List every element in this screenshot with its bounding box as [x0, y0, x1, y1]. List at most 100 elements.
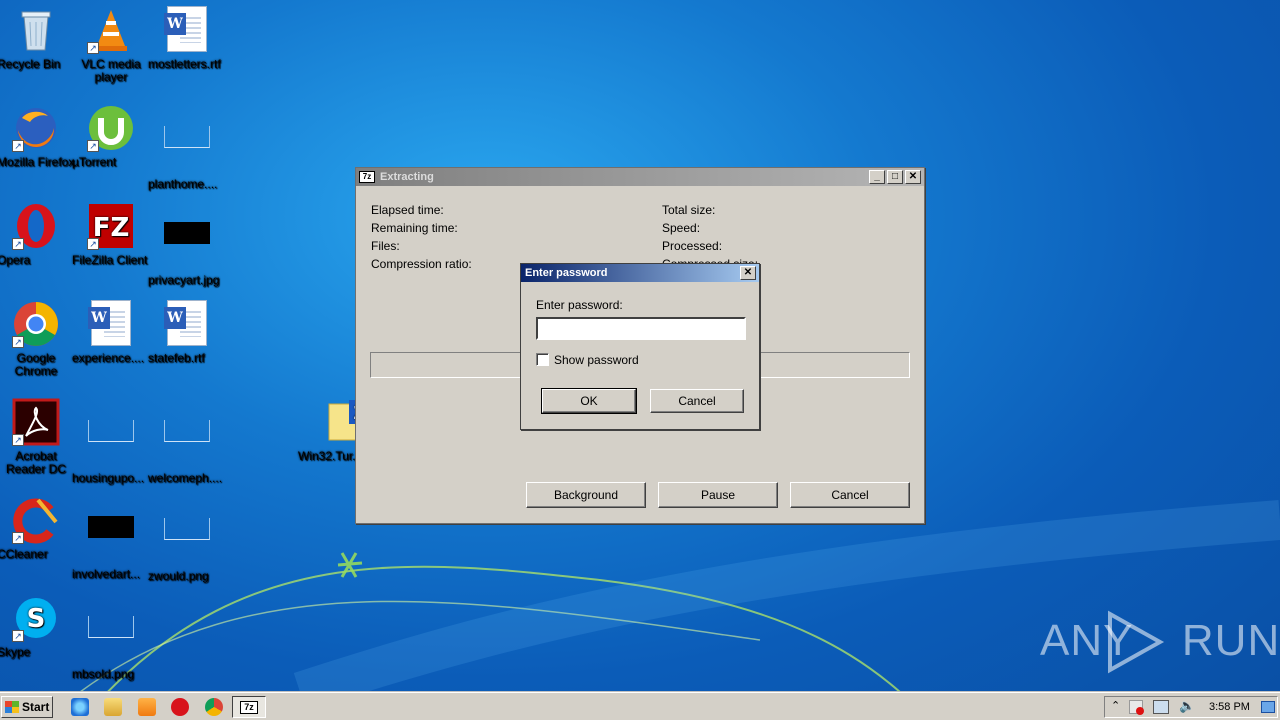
icon-label: planthome.... — [148, 177, 218, 191]
show-desktop-icon[interactable] — [1261, 701, 1275, 713]
vlc-cone-icon: ↗ — [87, 6, 135, 54]
icon-label: Mozilla Firefox — [0, 155, 75, 169]
files-label: Files: — [371, 239, 400, 253]
desktop-icon-mbsold[interactable]: mbsold.png — [72, 594, 150, 681]
7z-app-icon: 7z — [240, 701, 258, 714]
compression-ratio-label: Compression ratio: — [371, 257, 472, 271]
icon-label: Recycle Bin — [0, 57, 61, 71]
start-button[interactable]: Start — [1, 696, 53, 718]
shortcut-arrow-icon: ↗ — [87, 238, 99, 250]
desktop-icon-vlc[interactable]: ↗ VLC media player — [72, 6, 150, 84]
icon-label: CCleaner — [0, 547, 48, 561]
clock[interactable]: 3:58 PM — [1209, 701, 1250, 713]
chrome-taskbar-icon[interactable] — [205, 698, 223, 716]
7z-app-icon: 7z — [359, 171, 375, 183]
show-hidden-icons-icon[interactable]: ⌃ — [1111, 699, 1120, 712]
desktop-icon-housingupo[interactable]: housingupo... — [72, 398, 150, 485]
recycle-bin-icon — [12, 6, 60, 54]
shortcut-arrow-icon: ↗ — [12, 532, 24, 544]
cancel-extract-button[interactable]: Cancel — [790, 482, 910, 508]
acrobat-icon: ↗ — [12, 398, 60, 446]
svg-text:S: S — [27, 604, 46, 634]
desktop-icon-skype[interactable]: S ↗ Skype — [0, 594, 75, 659]
password-titlebar[interactable]: Enter password ✕ — [521, 264, 759, 282]
desktop-icon-chrome[interactable]: ↗ Google Chrome — [0, 300, 75, 378]
icon-label: mbsold.png — [72, 667, 135, 681]
shortcut-arrow-icon: ↗ — [12, 434, 24, 446]
speed-label: Speed: — [662, 221, 701, 235]
volume-icon[interactable]: 🔈 — [1179, 698, 1195, 714]
word-document-icon: W — [87, 300, 135, 348]
blank-file-icon — [87, 420, 135, 468]
blank-file-icon — [163, 126, 211, 174]
icon-label: housingupo... — [72, 471, 145, 485]
network-icon[interactable] — [1153, 700, 1169, 714]
close-button[interactable]: ✕ — [740, 266, 756, 280]
desktop-icon-utorrent[interactable]: ↗ µTorrent — [72, 104, 150, 169]
desktop-icon-acrobat[interactable]: ↗ Acrobat Reader DC — [0, 398, 75, 476]
image-file-icon — [163, 222, 211, 270]
desktop-icon-experience[interactable]: W experience.... — [72, 300, 150, 365]
icon-label: experience.... — [72, 351, 145, 365]
password-input[interactable] — [536, 317, 746, 340]
blank-file-icon — [163, 420, 211, 468]
blank-file-icon — [163, 518, 211, 566]
skype-icon: S ↗ — [12, 594, 60, 642]
desktop-icon-recycle-bin[interactable]: Recycle Bin — [0, 6, 75, 71]
action-center-flag-icon[interactable] — [1129, 700, 1144, 715]
desktop-icon-mostletters[interactable]: W mostletters.rtf — [148, 6, 226, 71]
desktop-icon-zwould[interactable]: zwould.png — [148, 496, 226, 583]
desktop-icon-filezilla[interactable]: FZ ↗ FileZilla Client — [72, 202, 150, 267]
media-player-icon[interactable] — [138, 698, 156, 716]
system-tray: ⌃ 🔈 3:58 PM — [1104, 696, 1278, 718]
minimize-button[interactable]: _ — [869, 170, 885, 184]
shortcut-arrow-icon: ↗ — [12, 630, 24, 642]
anyrun-watermark: ANY RUN — [1040, 610, 1279, 674]
ok-button[interactable]: OK — [541, 388, 637, 414]
shortcut-arrow-icon: ↗ — [12, 140, 24, 152]
pause-button[interactable]: Pause — [658, 482, 778, 508]
watermark-text: ANY RUN — [1040, 616, 1280, 665]
image-file-icon — [87, 516, 135, 564]
desktop-icon-involvedart[interactable]: involvedart... — [72, 496, 150, 581]
cancel-button[interactable]: Cancel — [650, 389, 744, 413]
maximize-button[interactable]: □ — [887, 170, 903, 184]
taskbar: Start 7z ⌃ 🔈 3:58 PM — [0, 692, 1280, 720]
word-document-icon: W — [163, 6, 211, 54]
desktop-icon-statefeb[interactable]: W statefeb.rtf — [148, 300, 226, 365]
icon-label: statefeb.rtf — [148, 351, 205, 365]
remaining-time-label: Remaining time: — [371, 221, 458, 235]
icon-label: µTorrent — [72, 155, 117, 169]
desktop-icon-privacyart[interactable]: privacyart.jpg — [148, 202, 226, 287]
opera-taskbar-icon[interactable] — [171, 698, 189, 716]
icon-label: privacyart.jpg — [148, 273, 220, 287]
firefox-icon: ↗ — [12, 104, 60, 152]
close-button[interactable]: ✕ — [905, 170, 921, 184]
extracting-titlebar[interactable]: 7z Extracting _ □ ✕ — [356, 168, 924, 186]
archive-folder-icon: Z — [313, 398, 371, 446]
desktop-icon-ccleaner[interactable]: ↗ CCleaner — [0, 496, 75, 561]
desktop-icon-planthome[interactable]: planthome.... — [148, 104, 226, 191]
show-password-label[interactable]: Show password — [554, 353, 639, 367]
password-prompt-label: Enter password: — [536, 298, 623, 312]
icon-label: zwould.png — [148, 569, 209, 583]
desktop-icon-opera[interactable]: ↗ Opera — [0, 202, 75, 267]
show-password-checkbox[interactable] — [536, 353, 549, 366]
shortcut-arrow-icon: ↗ — [87, 140, 99, 152]
desktop-icon-welcomeph[interactable]: welcomeph.... — [148, 398, 226, 485]
utorrent-icon: ↗ — [87, 104, 135, 152]
ie-icon[interactable] — [71, 698, 89, 716]
processed-label: Processed: — [662, 239, 723, 253]
opera-icon: ↗ — [12, 202, 60, 250]
filezilla-icon: FZ ↗ — [87, 202, 135, 250]
elapsed-time-label: Elapsed time: — [371, 203, 444, 217]
taskbar-item-7z[interactable]: 7z — [232, 696, 266, 718]
ccleaner-icon: ↗ — [12, 496, 60, 544]
window-title: Extracting — [380, 171, 434, 183]
icon-label: FileZilla Client — [72, 253, 148, 267]
explorer-folder-icon[interactable] — [104, 698, 122, 716]
icon-label: Opera — [0, 253, 31, 267]
total-size-label: Total size: — [662, 203, 716, 217]
background-button[interactable]: Background — [526, 482, 646, 508]
desktop-icon-firefox[interactable]: ↗ Mozilla Firefox — [0, 104, 75, 169]
